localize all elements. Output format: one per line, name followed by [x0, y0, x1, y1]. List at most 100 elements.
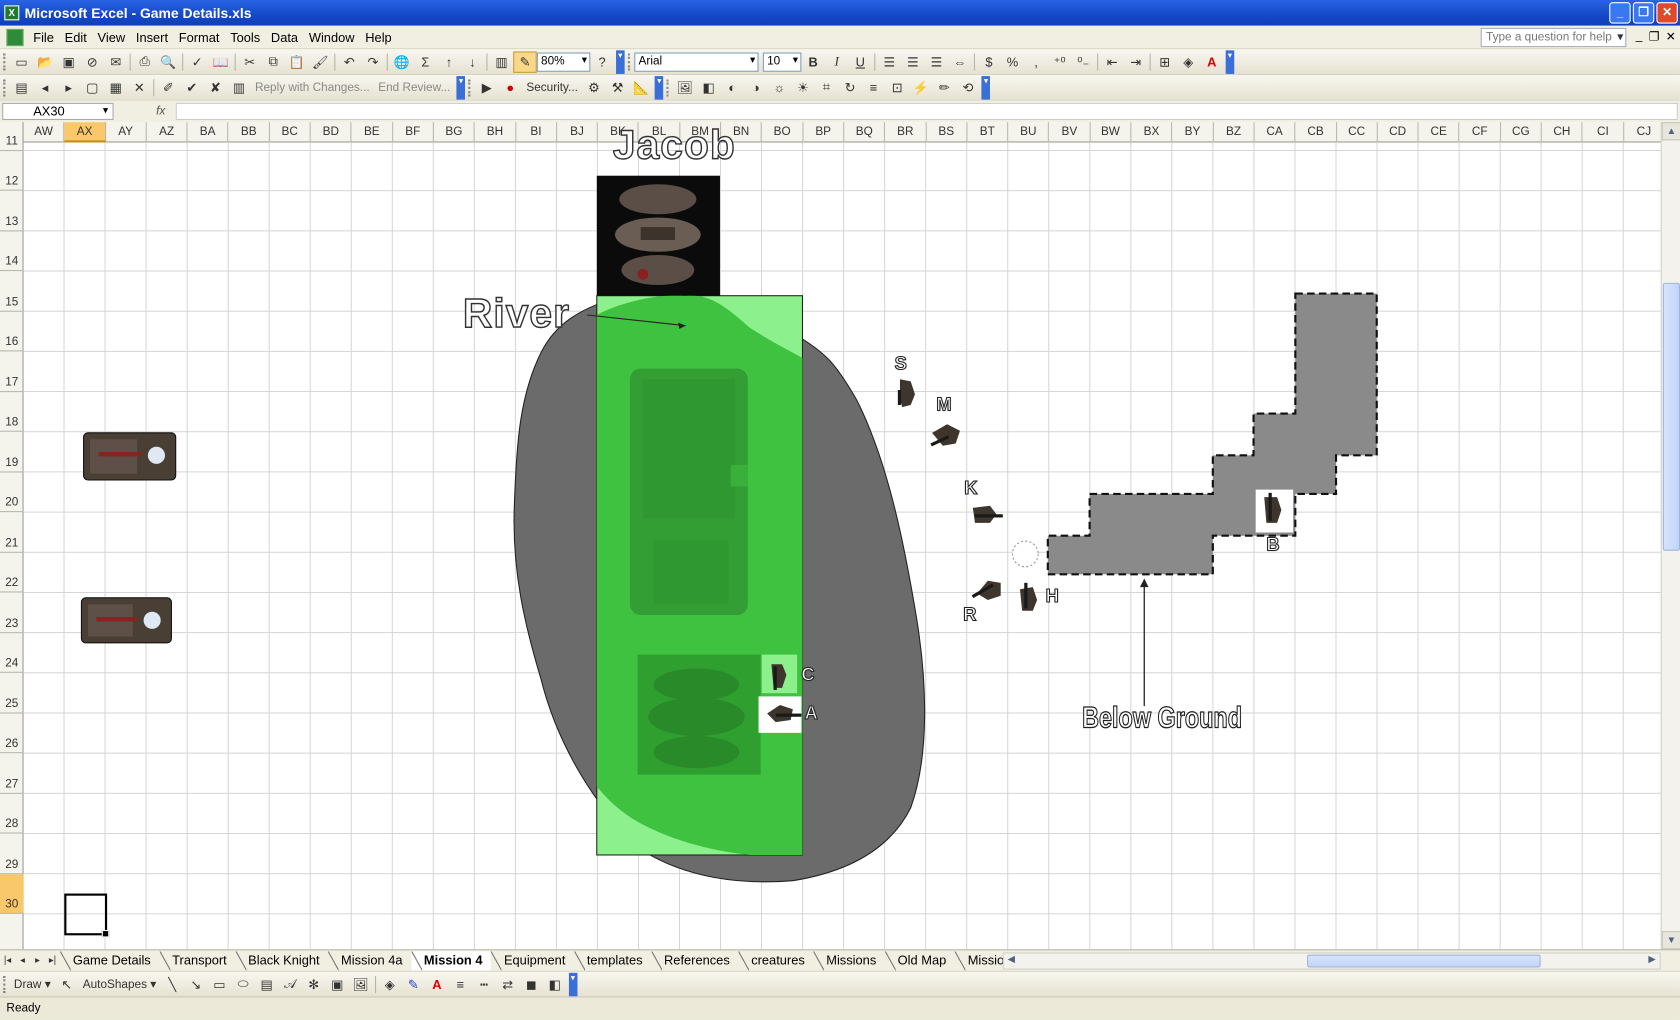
permission-icon[interactable]: ⊘	[80, 51, 104, 72]
visual-basic-grip[interactable]	[468, 78, 471, 96]
increase-decimal-icon[interactable]: ⁺⁰	[1048, 51, 1072, 72]
insert-picture-icon[interactable]: 🖼	[673, 77, 697, 98]
delete-comment-icon[interactable]: ✕	[127, 77, 151, 98]
name-box[interactable]: AX30	[2, 102, 114, 120]
new-icon[interactable]: ▭	[10, 51, 34, 72]
run-macro-icon[interactable]: ▶	[475, 77, 499, 98]
first-sheet-icon[interactable]: |◂	[0, 955, 15, 967]
wordart-tool-icon[interactable]: 𝒜	[278, 973, 302, 994]
unit-label-h[interactable]: H	[1045, 586, 1059, 607]
format-painter-icon[interactable]: 🖌	[309, 51, 333, 72]
tab-mission-4a[interactable]: Mission 4a	[328, 950, 411, 971]
worksheet[interactable]: AW AX AY AZ BA BB BC BD BE BF BG BH BI BJ BK BL BM BN BO BP…	[0, 122, 1661, 950]
formula-input[interactable]	[175, 102, 1678, 120]
underground-area[interactable]	[1046, 292, 1378, 576]
3d-style-icon[interactable]: ◧	[543, 973, 567, 994]
cut-icon[interactable]: ✂	[238, 51, 262, 72]
rectangle-tool-icon[interactable]: ▭	[208, 973, 232, 994]
font-color-icon[interactable]: A	[1200, 51, 1224, 72]
control-toolbox-icon[interactable]: ⚒	[606, 77, 630, 98]
scroll-up-icon[interactable]: ▲	[1661, 122, 1680, 141]
help-icon[interactable]: ?	[590, 51, 614, 72]
horizontal-scroll-thumb[interactable]	[1307, 954, 1541, 968]
tab-references[interactable]: References	[651, 950, 738, 971]
merge-center-icon[interactable]: ⇔	[948, 51, 972, 72]
print-icon[interactable]: ⎙	[133, 51, 157, 72]
security-button[interactable]: Security...	[522, 81, 582, 94]
italic-button[interactable]: I	[825, 51, 849, 72]
increase-indent-icon[interactable]: ⇥	[1124, 51, 1148, 72]
unit-label-k[interactable]: K	[964, 477, 978, 499]
font-color-draw-icon[interactable]: A	[425, 973, 449, 994]
picture-tool-icon[interactable]: 🖼	[349, 973, 373, 994]
menu-format[interactable]: Format	[173, 29, 224, 44]
unit-label-m[interactable]: M	[936, 394, 952, 415]
align-right-icon[interactable]: ☰	[925, 51, 949, 72]
picture-grip[interactable]	[666, 78, 670, 96]
font-size-select[interactable]: 10	[762, 51, 802, 72]
unit-label-b[interactable]: B	[1266, 534, 1280, 556]
sort-descending-icon[interactable]: ↓	[461, 51, 485, 72]
currency-icon[interactable]: $	[977, 51, 1001, 72]
redo-icon[interactable]: ↷	[361, 51, 385, 72]
more-brightness-icon[interactable]: ☼	[768, 77, 792, 98]
reject-change-icon[interactable]: ✘	[204, 77, 228, 98]
jacob-label[interactable]: Jacob	[613, 124, 736, 167]
menu-view[interactable]: View	[92, 29, 130, 44]
workbook-icon[interactable]	[6, 28, 24, 46]
tab-creatures[interactable]: creatures	[738, 950, 813, 971]
textbox-tool-icon[interactable]: ▤	[255, 973, 279, 994]
tab-transport[interactable]: Transport	[159, 950, 235, 971]
draw-menu-button[interactable]: Draw ▾	[10, 977, 55, 991]
line-style-icon[interactable]: ≡	[862, 77, 886, 98]
tab-missions[interactable]: Missions	[813, 950, 884, 971]
soldier-s[interactable]	[897, 379, 915, 408]
borders-icon[interactable]: ⊞	[1153, 51, 1177, 72]
soldier-k[interactable]	[972, 505, 1003, 523]
scroll-right-icon[interactable]: ▶	[1645, 954, 1660, 969]
set-transparent-icon[interactable]: ✏	[933, 77, 957, 98]
restore-button[interactable]: ❐	[1632, 2, 1655, 24]
tab-black-knight[interactable]: Black Knight	[235, 950, 328, 971]
new-comment-icon[interactable]: ▤	[10, 77, 34, 98]
horizontal-scrollbar[interactable]: ◀ ▶	[1002, 952, 1661, 970]
reset-picture-icon[interactable]: ⟲	[956, 77, 980, 98]
menu-help[interactable]: Help	[360, 29, 397, 44]
decrease-indent-icon[interactable]: ⇤	[1100, 51, 1124, 72]
less-contrast-icon[interactable]: ◑	[744, 77, 768, 98]
spelling-icon[interactable]: ✓	[185, 51, 209, 72]
jacob-vehicle-image[interactable]	[596, 175, 720, 296]
menu-insert[interactable]: Insert	[131, 29, 174, 44]
sort-ascending-icon[interactable]: ↑	[437, 51, 461, 72]
tab-game-details[interactable]: Game Details	[59, 950, 159, 971]
soldier-h[interactable]	[1019, 582, 1038, 611]
autosum-icon[interactable]: Σ	[414, 51, 438, 72]
soldier-m[interactable]	[930, 424, 960, 447]
end-review-button[interactable]: End Review...	[374, 81, 455, 94]
compress-icon[interactable]: ⊡	[885, 77, 909, 98]
close-button[interactable]: ✕	[1656, 2, 1678, 24]
chart-wizard-icon[interactable]: ▥	[490, 51, 514, 72]
next-sheet-icon[interactable]: ▸	[30, 955, 45, 967]
excel-app-icon[interactable]: X	[4, 5, 20, 21]
show-all-comments-icon[interactable]: ▦	[104, 77, 128, 98]
design-mode-icon[interactable]: 📐	[629, 77, 653, 98]
workbook-close-button[interactable]: ✕	[1666, 30, 1676, 44]
select-objects-icon[interactable]: ↖	[55, 973, 79, 994]
vertical-scroll-thumb[interactable]	[1662, 282, 1680, 551]
unit-label-a[interactable]: A	[804, 702, 818, 724]
autoshapes-menu-button[interactable]: AutoShapes ▾	[78, 977, 160, 991]
shadow-style-icon[interactable]: ◼	[519, 973, 543, 994]
decrease-decimal-icon[interactable]: ⁰₋	[1071, 51, 1095, 72]
workbook-minimize-button[interactable]: _	[1636, 30, 1643, 44]
dash-style-icon[interactable]: ┅	[472, 973, 496, 994]
print-preview-icon[interactable]: 🔍	[156, 51, 180, 72]
arrow-style-icon[interactable]: ⇄	[496, 973, 520, 994]
drawing-toggle-icon[interactable]: ✎	[513, 50, 537, 73]
format-picture-icon[interactable]: ⚡	[909, 77, 933, 98]
menu-file[interactable]: File	[28, 29, 59, 44]
clipart-tool-icon[interactable]: ▣	[325, 973, 349, 994]
email-icon[interactable]: ✉	[104, 51, 128, 72]
paste-icon[interactable]: 📋	[285, 51, 309, 72]
oval-tool-icon[interactable]: ⬭	[231, 973, 255, 994]
